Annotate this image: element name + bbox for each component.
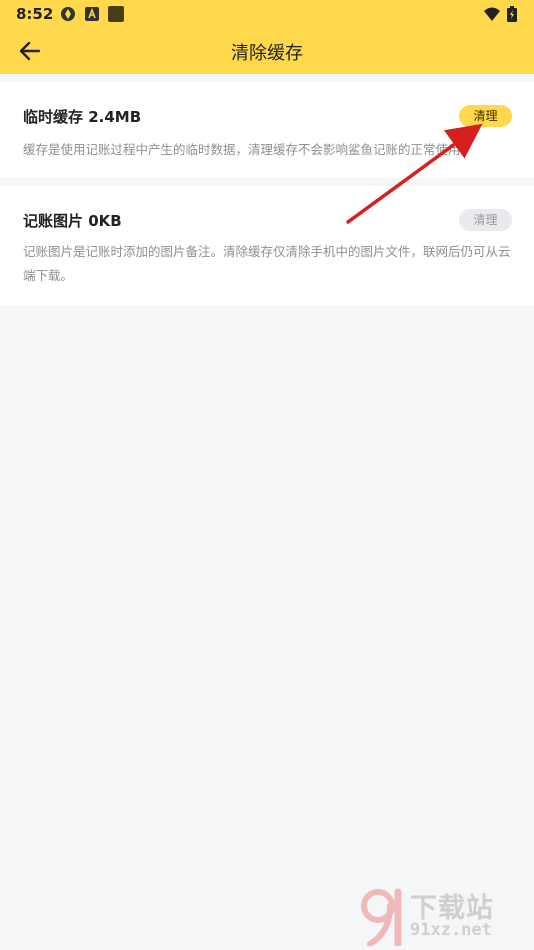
clean-temp-cache-button[interactable]: 清理 xyxy=(459,105,512,127)
bill-images-card: 记账图片 0KB 清理 记账图片是记账时添加的图片备注。清除缓存仅清除手机中的图… xyxy=(0,186,534,306)
temp-cache-description: 缓存是使用记账过程中产生的临时数据，清理缓存不会影响鲨鱼记账的正常使用。 xyxy=(23,142,474,157)
battery-icon xyxy=(507,6,517,22)
page-title: 清除缓存 xyxy=(231,43,303,64)
temp-cache-card: 临时缓存 2.4MB 清理 缓存是使用记账过程中产生的临时数据，清理缓存不会影响… xyxy=(0,82,534,178)
watermark: 下载站 91xz.net xyxy=(360,886,530,946)
bill-images-title: 记账图片 0KB xyxy=(23,212,122,230)
status-time: 8:52 xyxy=(16,5,54,23)
app-notification-icon xyxy=(61,7,75,21)
watermark-logo-icon xyxy=(361,888,402,946)
square-notification-icon xyxy=(108,6,124,22)
temp-cache-title: 临时缓存 2.4MB xyxy=(23,108,142,126)
app-bar: 清除缓存 xyxy=(0,28,534,74)
clean-bill-images-button[interactable]: 清理 xyxy=(459,209,512,231)
status-bar: 8:52 xyxy=(0,0,534,28)
a-notification-icon xyxy=(85,7,99,21)
bill-images-description: 记账图片是记账时添加的图片备注。清除缓存仅清除手机中的图片文件，联网后仍可从云端… xyxy=(23,244,511,283)
watermark-url: 91xz.net xyxy=(410,920,492,940)
wifi-icon xyxy=(484,7,500,21)
